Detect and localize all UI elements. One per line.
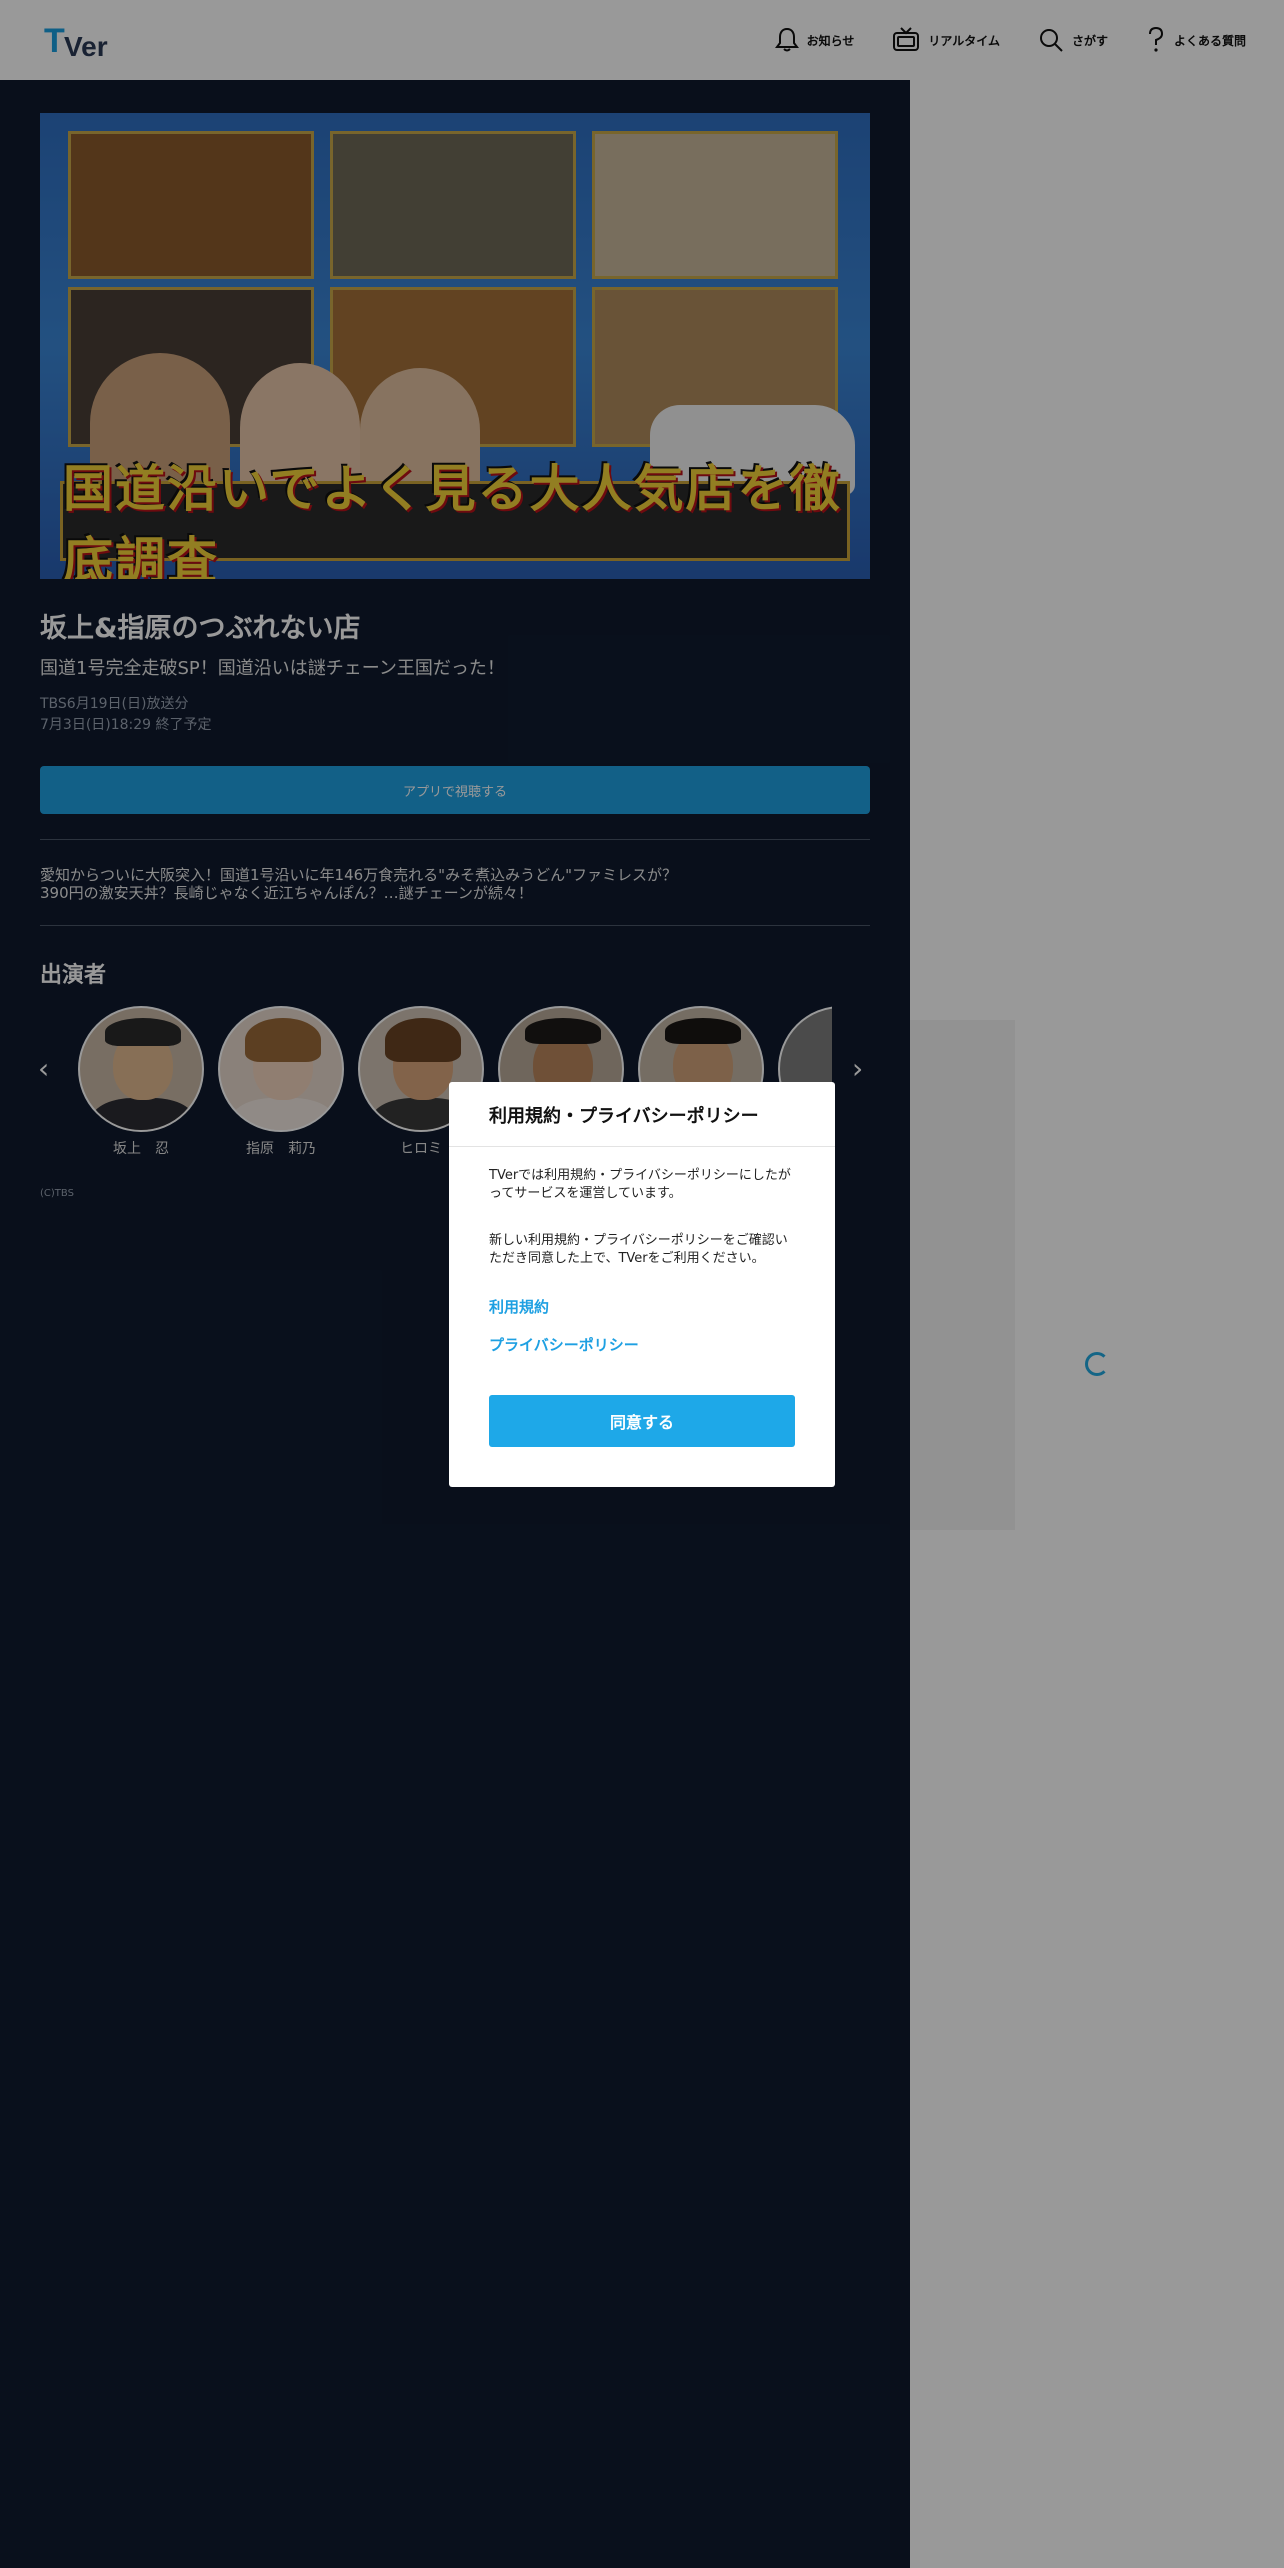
modal-text-1: TVerでは利用規約・プライバシーポリシーにしたがってサービスを運営しています。 (489, 1168, 791, 1201)
terms-modal: 利用規約・プライバシーポリシー TVerでは利用規約・プライバシーポリシーにした… (449, 1082, 835, 1487)
modal-title: 利用規約・プライバシーポリシー (489, 1106, 759, 1127)
terms-link[interactable]: 利用規約 (489, 1296, 549, 1317)
agree-button[interactable]: 同意する (489, 1395, 795, 1447)
privacy-policy-link[interactable]: プライバシーポリシー (489, 1334, 639, 1355)
modal-text-2: 新しい利用規約・プライバシーポリシーをご確認いただき同意した上で、TVerをご利… (489, 1233, 788, 1266)
modal-divider (449, 1146, 835, 1147)
